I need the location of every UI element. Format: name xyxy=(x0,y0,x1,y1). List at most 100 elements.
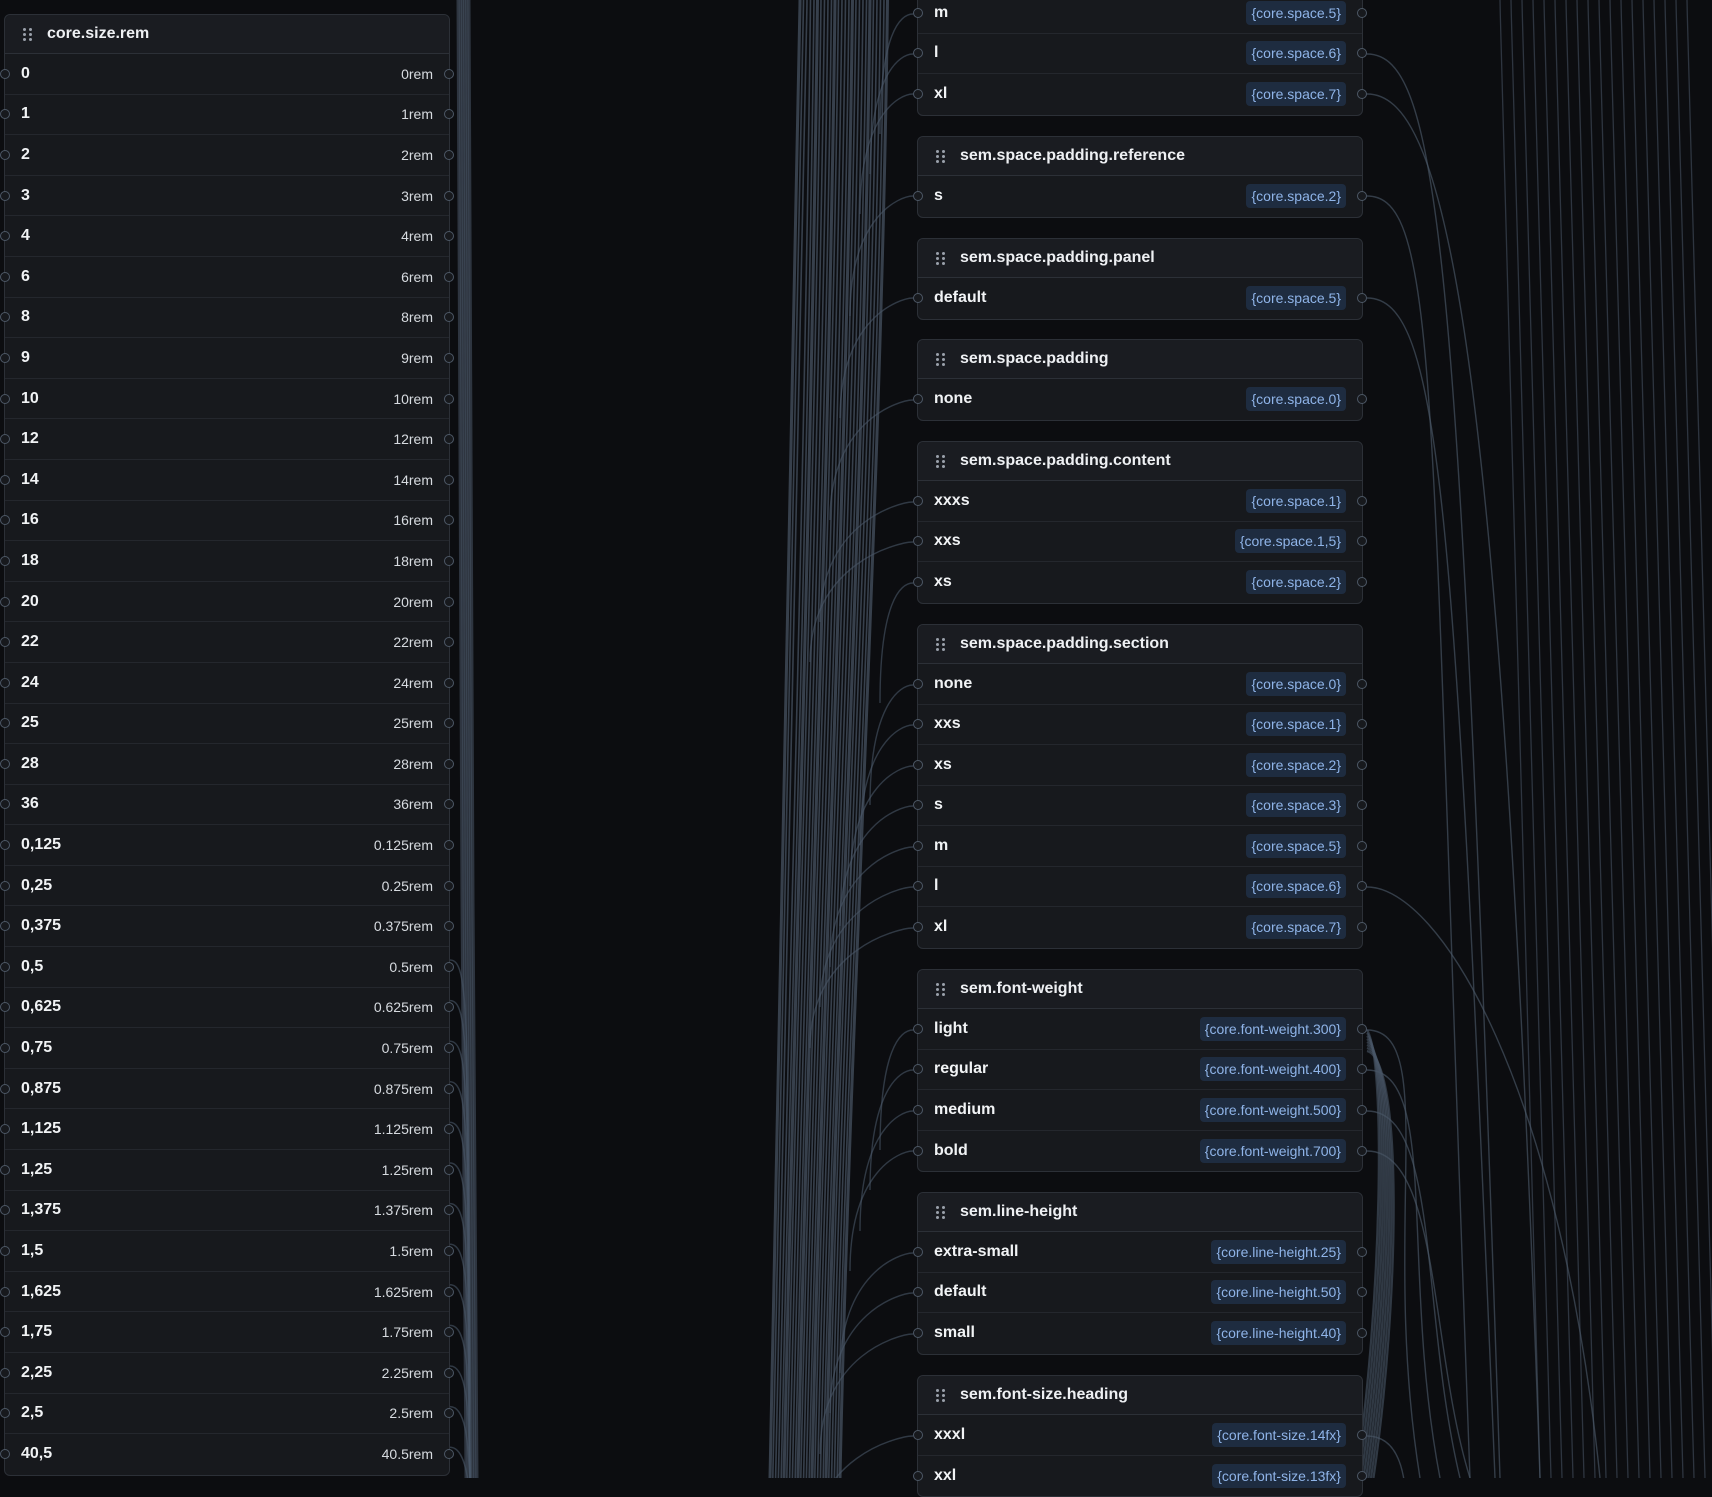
token-row[interactable]: s {core.space.2} xyxy=(913,176,1367,217)
token-row[interactable]: 0,5 0.5rem xyxy=(0,947,454,988)
input-port[interactable] xyxy=(0,596,10,607)
input-port[interactable] xyxy=(0,1286,10,1297)
drag-handle-icon[interactable] xyxy=(934,149,948,163)
token-row[interactable]: 20 20rem xyxy=(0,582,454,623)
input-port[interactable] xyxy=(913,1287,923,1298)
input-port[interactable] xyxy=(913,89,923,100)
output-port[interactable] xyxy=(1357,1145,1367,1156)
token-row[interactable]: xs {core.space.2} xyxy=(913,562,1367,603)
token-row[interactable]: 0,625 0.625rem xyxy=(0,988,454,1029)
token-row[interactable]: 0,125 0.125rem xyxy=(0,825,454,866)
token-row[interactable]: 9 9rem xyxy=(0,338,454,379)
token-row[interactable]: s {core.space.3} xyxy=(913,786,1367,826)
input-port[interactable] xyxy=(913,719,923,730)
input-port[interactable] xyxy=(913,840,923,851)
output-port[interactable] xyxy=(444,149,454,160)
token-row[interactable]: small {core.line-height.40} xyxy=(913,1313,1367,1354)
node-sem-font-weight[interactable]: sem.font-weight light {core.font-weight.3… xyxy=(913,969,1367,1172)
output-port[interactable] xyxy=(444,271,454,282)
input-port[interactable] xyxy=(0,434,10,445)
node-core-size-rem[interactable]: core.size.rem 0 0rem 1 1rem 2 2rem 3 3rem 4 4rem 6… xyxy=(0,14,454,1476)
token-row[interactable]: xl {core.space.7} xyxy=(913,907,1367,948)
input-port[interactable] xyxy=(913,678,923,689)
input-port[interactable] xyxy=(913,1246,923,1257)
output-port[interactable] xyxy=(444,352,454,363)
output-port[interactable] xyxy=(1357,1104,1367,1115)
input-port[interactable] xyxy=(913,1064,923,1075)
input-port[interactable] xyxy=(913,48,923,59)
node-header[interactable]: sem.font-size.heading xyxy=(918,1376,1362,1415)
token-row[interactable]: 1,5 1.5rem xyxy=(0,1231,454,1272)
drag-handle-icon[interactable] xyxy=(934,982,948,996)
output-port[interactable] xyxy=(444,1164,454,1175)
input-port[interactable] xyxy=(0,393,10,404)
input-port[interactable] xyxy=(0,149,10,160)
node-header[interactable]: sem.space.padding xyxy=(918,340,1362,379)
token-row[interactable]: 1,125 1.125rem xyxy=(0,1109,454,1151)
token-row[interactable]: 0,375 0.375rem xyxy=(0,906,454,948)
input-port[interactable] xyxy=(913,759,923,770)
node-sem-space-padding[interactable]: sem.space.padding none {core.space.0} xyxy=(913,339,1367,421)
input-port[interactable] xyxy=(0,231,10,242)
input-port[interactable] xyxy=(0,1408,10,1419)
node-sem-font-size-heading[interactable]: sem.font-size.heading xxxl {core.font-siz… xyxy=(913,1375,1367,1497)
token-row[interactable]: xs {core.space.2} xyxy=(913,745,1367,786)
input-port[interactable] xyxy=(913,1429,923,1440)
token-row[interactable]: medium {core.font-weight.500} xyxy=(913,1090,1367,1131)
drag-handle-icon[interactable] xyxy=(934,637,948,651)
output-port[interactable] xyxy=(444,474,454,485)
output-port[interactable] xyxy=(444,190,454,201)
input-port[interactable] xyxy=(0,758,10,769)
token-row[interactable]: xxxs {core.space.1} xyxy=(913,481,1367,522)
token-row[interactable]: 1,25 1.25rem xyxy=(0,1150,454,1191)
output-port[interactable] xyxy=(444,68,454,79)
node-header[interactable]: sem.space.padding.section xyxy=(918,625,1362,664)
token-row[interactable]: 2,25 2.25rem xyxy=(0,1353,454,1394)
output-port[interactable] xyxy=(444,1246,454,1257)
input-port[interactable] xyxy=(0,1449,10,1460)
node-header[interactable]: sem.line-height xyxy=(918,1193,1362,1232)
drag-handle-icon[interactable] xyxy=(934,251,948,265)
output-port[interactable] xyxy=(1357,840,1367,851)
input-port[interactable] xyxy=(913,1470,923,1481)
token-row[interactable]: 1,375 1.375rem xyxy=(0,1191,454,1232)
input-port[interactable] xyxy=(913,191,923,202)
token-row[interactable]: 1,625 1.625rem xyxy=(0,1272,454,1313)
input-port[interactable] xyxy=(0,555,10,566)
token-row[interactable]: 12 12rem xyxy=(0,419,454,460)
token-row[interactable]: xxs {core.space.1,5} xyxy=(913,522,1367,562)
output-port[interactable] xyxy=(1357,495,1367,506)
output-port[interactable] xyxy=(1357,1470,1367,1481)
token-row[interactable]: 1 1rem xyxy=(0,95,454,136)
node-space-partial[interactable]: m {core.space.5} l {core.space.6} xl {core.sp… xyxy=(913,0,1367,116)
token-row[interactable]: 25 25rem xyxy=(0,704,454,745)
output-port[interactable] xyxy=(1357,1246,1367,1257)
token-row[interactable]: 0,25 0.25rem xyxy=(0,866,454,907)
token-row[interactable]: 36 36rem xyxy=(0,785,454,826)
input-port[interactable] xyxy=(0,68,10,79)
node-header[interactable]: sem.space.padding.reference xyxy=(918,137,1362,176)
token-row[interactable]: 40,5 40.5rem xyxy=(0,1434,454,1475)
token-row[interactable]: default {core.space.5} xyxy=(913,278,1367,319)
token-row[interactable]: regular {core.font-weight.400} xyxy=(913,1050,1367,1090)
token-row[interactable]: 24 24rem xyxy=(0,663,454,704)
drag-handle-icon[interactable] xyxy=(934,352,948,366)
input-port[interactable] xyxy=(913,293,923,304)
token-row[interactable]: 0,875 0.875rem xyxy=(0,1069,454,1110)
input-port[interactable] xyxy=(913,922,923,933)
input-port[interactable] xyxy=(913,1145,923,1156)
output-port[interactable] xyxy=(444,1367,454,1378)
token-row[interactable]: 1,75 1.75rem xyxy=(0,1312,454,1353)
node-sem-space-padding-content[interactable]: sem.space.padding.content xxxs {core.spac… xyxy=(913,441,1367,604)
output-port[interactable] xyxy=(1357,678,1367,689)
output-port[interactable] xyxy=(444,596,454,607)
output-port[interactable] xyxy=(444,393,454,404)
output-port[interactable] xyxy=(444,880,454,891)
token-row[interactable]: 2,5 2.5rem xyxy=(0,1394,454,1435)
input-port[interactable] xyxy=(913,536,923,547)
input-port[interactable] xyxy=(0,515,10,526)
output-port[interactable] xyxy=(444,758,454,769)
output-port[interactable] xyxy=(444,677,454,688)
input-port[interactable] xyxy=(0,1327,10,1338)
output-port[interactable] xyxy=(444,1043,454,1054)
